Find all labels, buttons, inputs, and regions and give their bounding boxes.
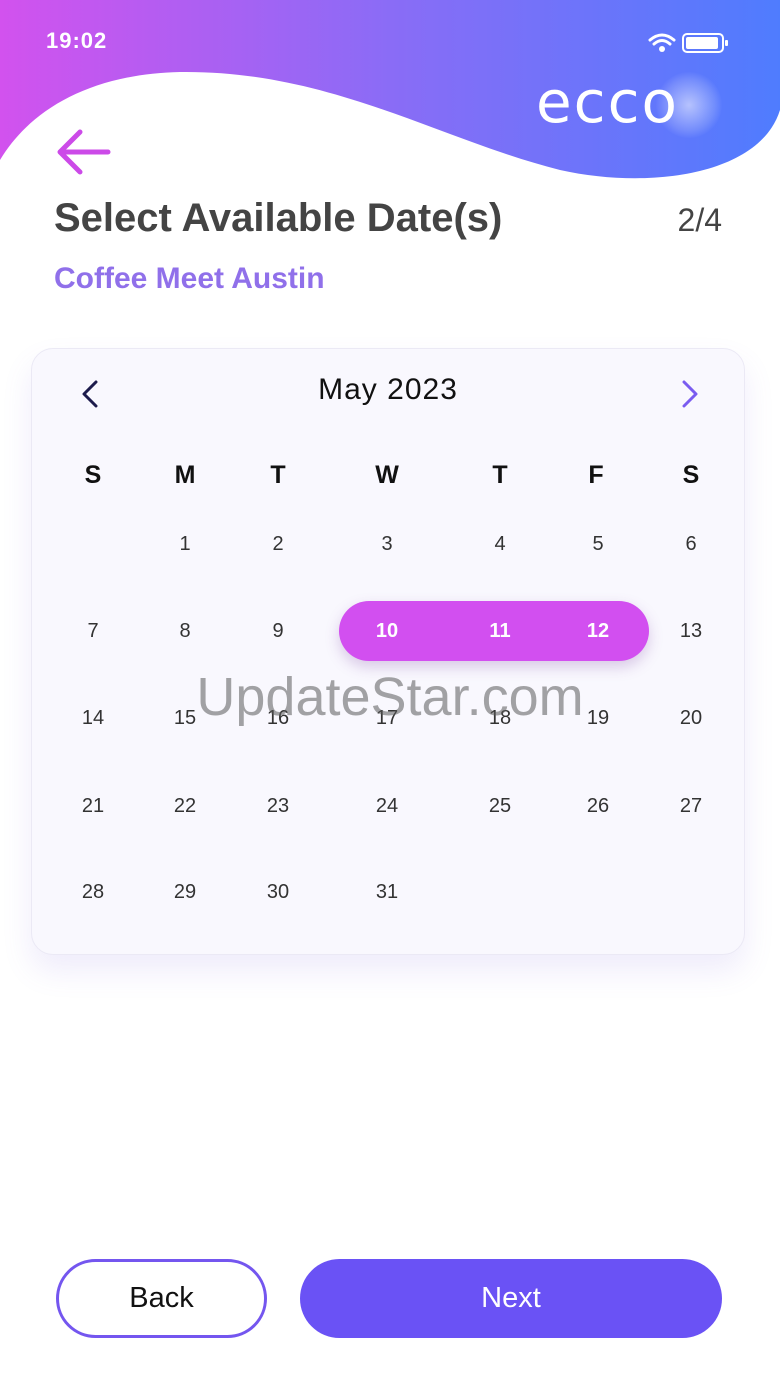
next-month-chevron-icon[interactable] [674, 377, 704, 411]
calendar-day-selected[interactable]: 10 [357, 619, 417, 643]
calendar-day[interactable]: 9 [248, 619, 308, 643]
calendar-day[interactable]: 21 [63, 794, 123, 818]
calendar-day[interactable]: 4 [470, 532, 530, 556]
calendar-day[interactable]: 30 [248, 880, 308, 904]
weekday-tuesday: T [270, 461, 286, 489]
step-indicator: 2/4 [677, 202, 722, 238]
calendar-day[interactable]: 27 [661, 794, 721, 818]
calendar-day[interactable]: 2 [248, 532, 308, 556]
calendar-day-selected[interactable]: 12 [568, 619, 628, 643]
calendar-month-label: May 2023 [318, 373, 458, 406]
calendar-day[interactable]: 18 [470, 706, 530, 730]
page-title: Select Available Date(s) [54, 196, 503, 240]
calendar-day[interactable]: 7 [63, 619, 123, 643]
weekday-wednesday: W [375, 461, 399, 489]
calendar-day-selected[interactable]: 11 [470, 619, 530, 643]
calendar-day[interactable]: 16 [248, 706, 308, 730]
wifi-icon [648, 33, 676, 53]
back-arrow-icon[interactable] [54, 126, 114, 178]
next-button[interactable]: Next [300, 1259, 722, 1338]
calendar-day[interactable]: 3 [357, 532, 417, 556]
event-name: Coffee Meet Austin [54, 262, 325, 295]
weekday-thursday: T [492, 461, 508, 489]
calendar-day[interactable]: 22 [155, 794, 215, 818]
calendar-day[interactable]: 20 [661, 706, 721, 730]
calendar-day[interactable]: 15 [155, 706, 215, 730]
status-time: 19:02 [46, 28, 108, 53]
weekday-monday: M [174, 461, 196, 489]
calendar-day[interactable]: 14 [63, 706, 123, 730]
calendar-day[interactable]: 26 [568, 794, 628, 818]
status-icons [648, 32, 730, 54]
weekday-sunday: S [84, 461, 102, 489]
calendar-day[interactable]: 31 [357, 880, 417, 904]
weekday-saturday: S [682, 461, 700, 489]
calendar-day[interactable]: 5 [568, 532, 628, 556]
ecco-logo: ecco [536, 68, 736, 140]
calendar-day[interactable]: 17 [357, 706, 417, 730]
calendar-day[interactable]: 13 [661, 619, 721, 643]
calendar-day[interactable]: 8 [155, 619, 215, 643]
calendar-card: May 2023 S M T W T F S 1 2 3 4 5 6 7 8 9 10 11 12 13… [31, 348, 745, 955]
calendar-day[interactable]: 28 [63, 880, 123, 904]
calendar-day[interactable]: 19 [568, 706, 628, 730]
calendar-day[interactable]: 25 [470, 794, 530, 818]
logo-text: ecco [536, 68, 679, 136]
calendar-day[interactable]: 23 [248, 794, 308, 818]
weekday-friday: F [588, 461, 604, 489]
calendar-day[interactable]: 24 [357, 794, 417, 818]
battery-icon [682, 32, 730, 54]
calendar-day[interactable]: 1 [155, 532, 215, 556]
calendar-day[interactable]: 29 [155, 880, 215, 904]
back-button[interactable]: Back [56, 1259, 267, 1338]
calendar-day[interactable]: 6 [661, 532, 721, 556]
